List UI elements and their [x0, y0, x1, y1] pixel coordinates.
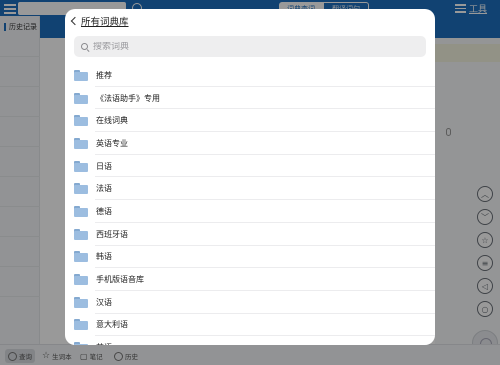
folder-icon	[74, 205, 88, 217]
list-item-label: 意大利语	[96, 320, 128, 330]
list-item[interactable]: 《法语助手》专用	[65, 87, 435, 110]
search-icon	[81, 42, 89, 51]
list-item[interactable]: 德语	[65, 200, 435, 223]
dictionary-list: 推荐 《法语助手》专用 在线词典 英语专业 日语 法语 德语 西班牙语 韩语 手…	[65, 64, 435, 345]
folder-icon	[74, 137, 88, 149]
list-item-label: 英语专业	[96, 138, 128, 148]
list-item-label: 西班牙语	[96, 229, 128, 239]
list-item[interactable]: 日语	[65, 155, 435, 178]
list-item-label: 在线词典	[96, 116, 128, 126]
back-button[interactable]: 所有词典库	[69, 14, 129, 28]
folder-icon	[74, 342, 88, 345]
list-item-label: 汉语	[96, 297, 112, 307]
list-item[interactable]: 西班牙语	[65, 223, 435, 246]
list-item[interactable]: 手机版语音库	[65, 268, 435, 291]
dictionary-search-box[interactable]	[74, 36, 426, 57]
list-item[interactable]: 意大利语	[65, 314, 435, 337]
dictionary-search-input[interactable]	[93, 41, 413, 52]
list-item-label: 韩语	[96, 252, 112, 262]
list-item-label: 法语	[96, 184, 112, 194]
list-item[interactable]: 推荐	[65, 64, 435, 87]
modal-title: 所有词典库	[81, 17, 129, 28]
folder-icon	[74, 319, 88, 331]
list-item-label: 日语	[96, 161, 112, 171]
list-item-label: 手机版语音库	[96, 275, 144, 285]
list-item-label: 《法语助手》专用	[96, 93, 160, 103]
dictionary-library-modal: 所有词典库 推荐 《法语助手》专用 在线词典 英语专业 日语 法语	[65, 9, 435, 345]
folder-icon	[74, 251, 88, 263]
list-item[interactable]: 在线词典	[65, 109, 435, 132]
modal-header: 所有词典库	[65, 9, 435, 35]
folder-icon	[74, 92, 88, 104]
folder-icon	[74, 69, 88, 81]
list-item-label: 推荐	[96, 70, 112, 80]
folder-icon	[74, 274, 88, 286]
folder-icon	[74, 228, 88, 240]
folder-icon	[74, 183, 88, 195]
chevron-left-icon	[70, 16, 80, 26]
list-item-label: 德语	[96, 206, 112, 216]
folder-icon	[74, 160, 88, 172]
folder-icon	[74, 115, 88, 127]
list-item[interactable]: 汉语	[65, 291, 435, 314]
folder-icon	[74, 296, 88, 308]
list-item[interactable]: 法语	[65, 177, 435, 200]
list-item-label: 英语	[96, 342, 112, 345]
list-item[interactable]: 韩语	[65, 246, 435, 269]
list-item[interactable]: 英语	[65, 336, 435, 345]
list-item[interactable]: 英语专业	[65, 132, 435, 155]
